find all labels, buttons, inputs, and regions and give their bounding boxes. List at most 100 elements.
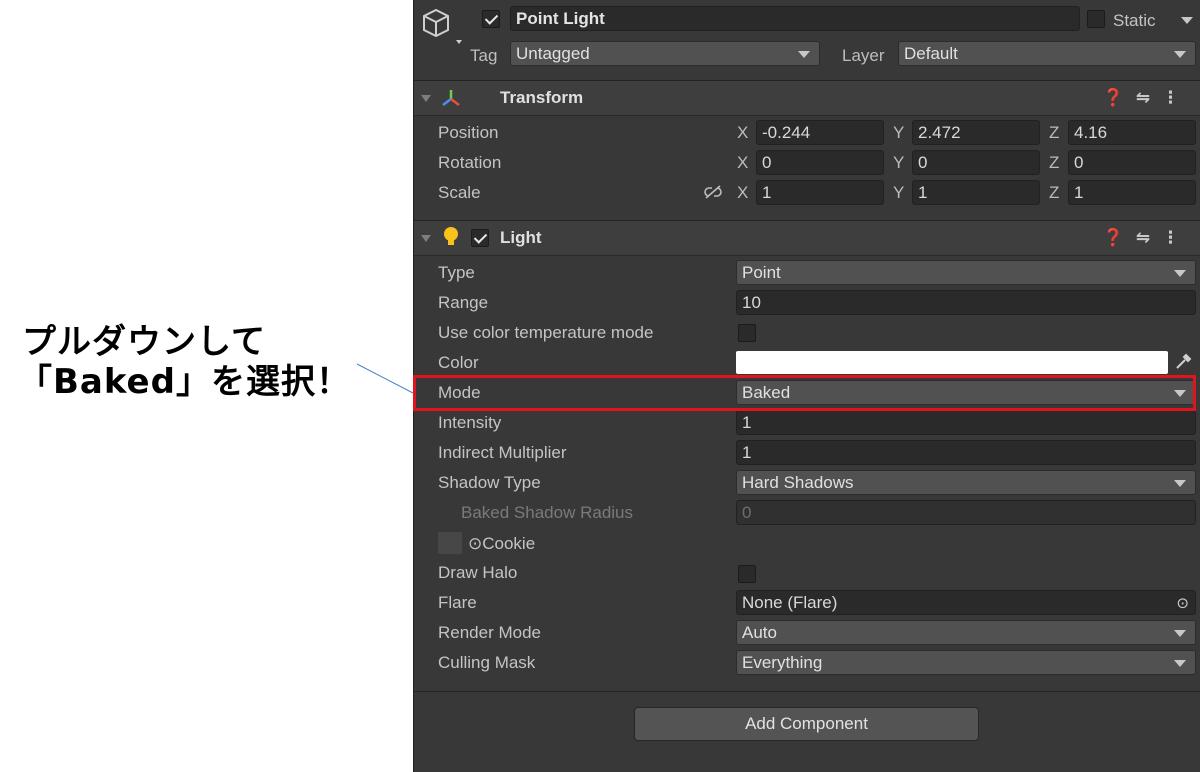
position-z-input[interactable]: 4.16 — [1068, 120, 1196, 145]
light-bulb-icon — [444, 227, 458, 245]
indirect-input[interactable]: 1 — [736, 440, 1196, 465]
annotation-callout: プルダウンして 「Baked」を選択！ — [18, 322, 351, 402]
indirect-label: Indirect Multiplier — [438, 443, 567, 462]
transform-title: Transform — [500, 88, 584, 107]
position-row: Position X -0.244 Y 2.472 Z 4.16 — [414, 118, 1200, 148]
constrain-proportions-icon[interactable] — [703, 184, 723, 200]
indirect-row: Indirect Multiplier 1 — [414, 438, 1200, 468]
draw-halo-label: Draw Halo — [438, 563, 518, 582]
rotation-z-input[interactable]: 0 — [1068, 150, 1196, 175]
position-x-input[interactable]: -0.244 — [756, 120, 884, 145]
color-label: Color — [438, 353, 479, 372]
render-mode-value: Auto — [742, 623, 777, 642]
light-header[interactable]: Light ❓⇋⋮ — [414, 220, 1200, 256]
foldout-arrow-icon[interactable] — [421, 95, 431, 102]
render-mode-dropdown[interactable]: Auto — [736, 620, 1196, 645]
foldout-arrow-icon[interactable] — [421, 235, 431, 242]
add-component-button[interactable]: Add Component — [634, 707, 979, 741]
cookie-row: ⊙Cookie — [414, 528, 1200, 558]
inspector-panel: Point Light Static Tag Untagged Layer De… — [413, 0, 1200, 772]
x-axis-label: X — [737, 153, 749, 172]
static-label: Static — [1113, 11, 1156, 30]
culling-mask-row: Culling Mask Everything — [414, 648, 1200, 678]
position-y-input[interactable]: 2.472 — [912, 120, 1040, 145]
static-checkbox[interactable] — [1087, 10, 1105, 28]
light-title: Light — [500, 228, 542, 247]
use-temp-checkbox[interactable] — [738, 324, 756, 342]
x-axis-label: X — [737, 123, 749, 142]
range-row: Range 10 — [414, 288, 1200, 318]
x-axis-label: X — [737, 183, 749, 202]
scale-z-input[interactable]: 1 — [1068, 180, 1196, 205]
object-header-row: Point Light Static — [414, 2, 1200, 44]
more-options-icon[interactable]: ⋮ — [1162, 88, 1191, 107]
y-axis-label: Y — [893, 183, 905, 202]
rotation-label: Rotation — [438, 153, 502, 172]
chevron-down-icon — [1174, 480, 1186, 487]
scale-label: Scale — [438, 183, 481, 202]
render-mode-row: Render Mode Auto — [414, 618, 1200, 648]
culling-mask-value: Everything — [742, 653, 823, 672]
light-enabled-checkbox[interactable] — [471, 229, 489, 247]
position-label: Position — [438, 123, 499, 142]
object-active-checkbox[interactable] — [482, 10, 500, 28]
use-temp-label: Use color temperature mode — [438, 323, 654, 342]
help-icon[interactable]: ❓ — [1103, 228, 1136, 247]
tag-dropdown[interactable]: Untagged — [510, 41, 820, 66]
section-divider — [414, 691, 1200, 692]
chevron-down-icon — [1174, 630, 1186, 637]
shadow-type-dropdown[interactable]: Hard Shadows — [736, 470, 1196, 495]
component-header-icons: ❓⇋⋮ — [1103, 88, 1191, 108]
use-temp-row: Use color temperature mode — [414, 318, 1200, 348]
eyedropper-icon[interactable] — [1174, 353, 1192, 371]
z-axis-label: Z — [1049, 183, 1060, 202]
type-value: Point — [742, 263, 781, 282]
layer-dropdown[interactable]: Default — [898, 41, 1196, 66]
chevron-down-icon — [1174, 270, 1186, 277]
type-dropdown[interactable]: Point — [736, 260, 1196, 285]
settings-sliders-icon[interactable]: ⇋ — [1136, 88, 1162, 107]
help-icon[interactable]: ❓ — [1103, 88, 1136, 107]
annotation-line-2: 「Baked」を選択！ — [18, 362, 351, 402]
shadow-type-label: Shadow Type — [438, 473, 541, 492]
transform-header[interactable]: Transform ❓⇋⋮ — [414, 80, 1200, 116]
static-dropdown-icon[interactable] — [1181, 17, 1193, 24]
draw-halo-checkbox[interactable] — [738, 565, 756, 583]
range-input[interactable]: 10 — [736, 290, 1196, 315]
flare-label: Flare — [438, 593, 477, 612]
rotation-x-input[interactable]: 0 — [756, 150, 884, 175]
object-picker-icon[interactable]: ⊙ — [1176, 594, 1189, 612]
cookie-texture-slot[interactable] — [438, 532, 462, 554]
color-swatch[interactable] — [736, 351, 1168, 374]
z-axis-label: Z — [1049, 153, 1060, 172]
shadow-type-row: Shadow Type Hard Shadows — [414, 468, 1200, 498]
range-label: Range — [438, 293, 489, 312]
draw-halo-row: Draw Halo — [414, 558, 1200, 588]
baked-radius-row: Baked Shadow Radius 0 — [414, 498, 1200, 528]
settings-sliders-icon[interactable]: ⇋ — [1136, 228, 1162, 247]
baked-radius-label: Baked Shadow Radius — [461, 503, 634, 522]
component-header-icons: ❓⇋⋮ — [1103, 228, 1191, 248]
intensity-label: Intensity — [438, 413, 502, 432]
render-mode-label: Render Mode — [438, 623, 542, 642]
scale-x-input[interactable]: 1 — [756, 180, 884, 205]
more-options-icon[interactable]: ⋮ — [1162, 228, 1191, 247]
y-axis-label: Y — [893, 153, 905, 172]
intensity-input[interactable]: 1 — [736, 410, 1196, 435]
shadow-type-value: Hard Shadows — [742, 473, 854, 492]
transform-axes-icon — [442, 90, 460, 106]
culling-mask-dropdown[interactable]: Everything — [736, 650, 1196, 675]
flare-object-field[interactable]: None (Flare) ⊙ — [736, 590, 1196, 615]
type-row: Type Point — [414, 258, 1200, 288]
layer-value: Default — [904, 44, 958, 63]
scale-row: Scale X 1 Y 1 Z 1 — [414, 178, 1200, 208]
scale-y-input[interactable]: 1 — [912, 180, 1040, 205]
rotation-row: Rotation X 0 Y 0 Z 0 — [414, 148, 1200, 178]
baked-radius-input: 0 — [736, 500, 1196, 525]
flare-value: None (Flare) — [742, 593, 838, 612]
object-name-input[interactable]: Point Light — [510, 6, 1080, 31]
annotation-line-1: プルダウンして — [22, 322, 266, 362]
type-label: Type — [438, 263, 475, 282]
rotation-y-input[interactable]: 0 — [912, 150, 1040, 175]
z-axis-label: Z — [1049, 123, 1060, 142]
